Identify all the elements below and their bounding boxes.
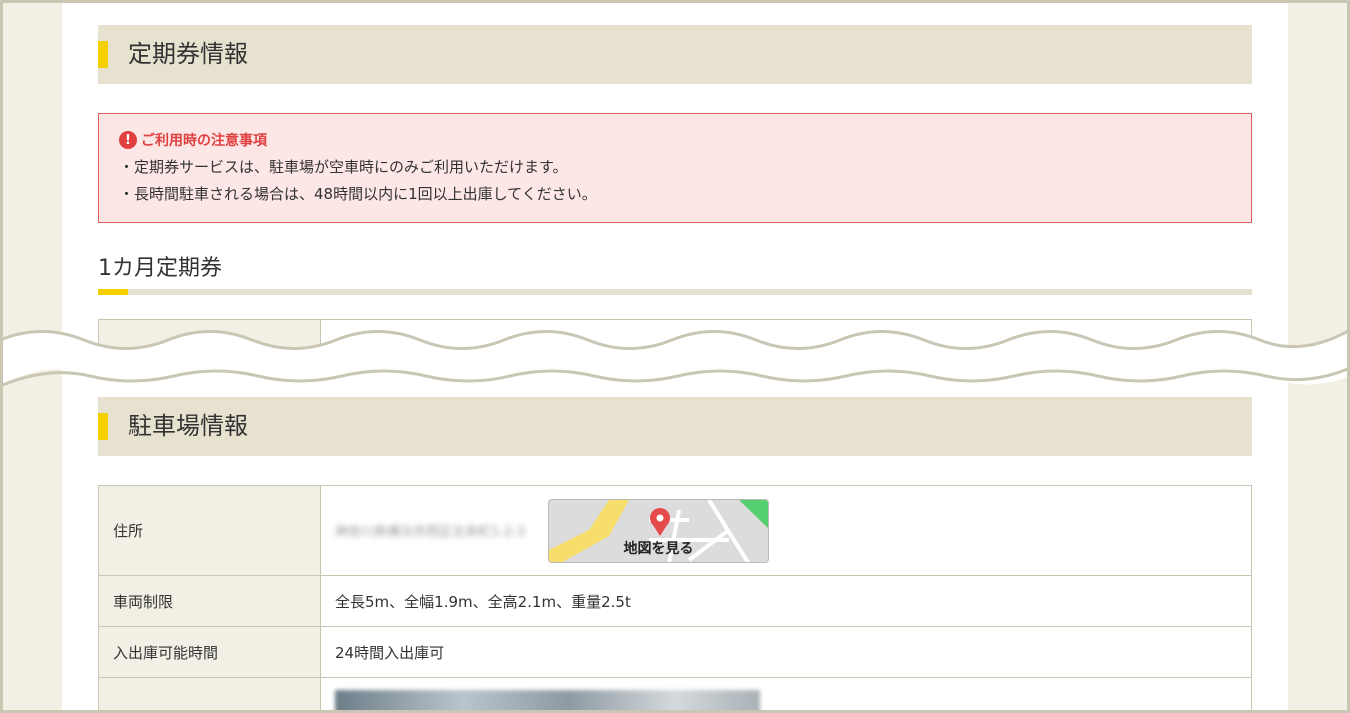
- monthly-pass-heading: 1カ月定期券: [98, 256, 222, 281]
- table-row: 入出庫可能時間 24時間入出庫可: [98, 626, 1252, 678]
- usage-notice-box: ! ご利用時の注意事項 ・定期券サービスは、駐車場が空車時にのみご利用いただけま…: [98, 113, 1252, 223]
- section-header-pass-info: 定期券情報: [98, 25, 1252, 84]
- notice-line: ・定期券サービスは、駐車場が空車時にのみご利用いただけます。: [119, 158, 568, 176]
- underline-accent: [98, 289, 128, 295]
- table-row: 住所 神奈川県横浜市西区北幸町1-2-3 地図を見る: [98, 485, 1252, 576]
- alert-circle-icon: !: [119, 131, 137, 149]
- parking-info-table: 住所 神奈川県横浜市西区北幸町1-2-3 地図を見る 車両制限 全長5m、全幅1…: [98, 485, 1252, 713]
- address-value: 神奈川県横浜市西区北幸町1-2-3: [335, 525, 526, 540]
- view-map-button[interactable]: 地図を見る: [547, 498, 769, 563]
- section-header-parking-info: 駐車場情報: [98, 397, 1252, 456]
- hours-label: 入出庫可能時間: [98, 626, 321, 678]
- monthly-pass-underline: [98, 289, 1252, 295]
- view-map-label: 地図を見る: [623, 540, 694, 557]
- notice-line: ・長時間駐車される場合は、48時間以内に1回以上出庫してください。: [119, 185, 597, 203]
- vehicle-limit-label: 車両制限: [98, 575, 321, 627]
- photo-cell: [320, 677, 1252, 713]
- section-accent-bar: [98, 41, 108, 68]
- table-row: 車両制限 全長5m、全幅1.9m、全高2.1m、重量2.5t: [98, 575, 1252, 627]
- notice-title-text: ご利用時の注意事項: [141, 133, 267, 149]
- table-row: [98, 677, 1252, 713]
- parking-photo: [335, 690, 760, 713]
- vehicle-limit-value: 全長5m、全幅1.9m、全高2.1m、重量2.5t: [320, 575, 1252, 627]
- content-cut-wave: [0, 328, 1350, 388]
- section-title: 定期券情報: [128, 40, 248, 68]
- section-title: 駐車場情報: [128, 412, 248, 440]
- hours-value: 24時間入出庫可: [320, 626, 1252, 678]
- notice-title: ! ご利用時の注意事項: [119, 130, 1231, 150]
- section-accent-bar: [98, 413, 108, 440]
- address-label: 住所: [98, 485, 321, 576]
- address-value-cell: 神奈川県横浜市西区北幸町1-2-3 地図を見る: [320, 485, 1252, 576]
- photo-label-cell: [98, 677, 321, 713]
